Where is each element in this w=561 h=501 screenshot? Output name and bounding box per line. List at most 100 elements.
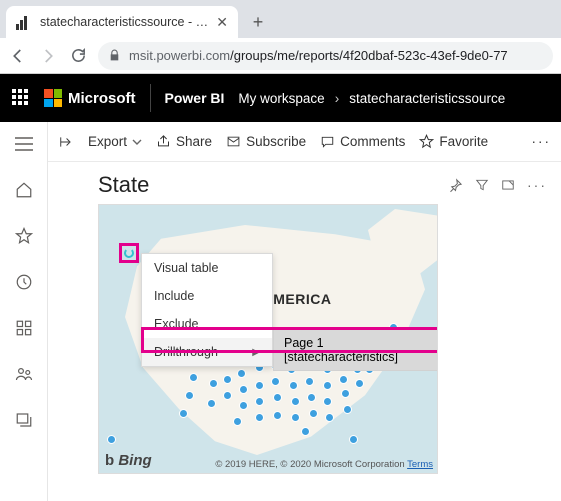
favorite-label: Favorite <box>439 134 488 149</box>
terms-link[interactable]: Terms <box>407 459 433 470</box>
comment-icon <box>320 135 335 149</box>
map-attribution: © 2019 HERE, © 2020 Microsoft Corporatio… <box>215 459 433 470</box>
comments-label: Comments <box>340 134 405 149</box>
map-data-point[interactable] <box>179 409 188 418</box>
forward-button[interactable] <box>38 46 58 66</box>
share-button[interactable]: Share <box>156 134 212 149</box>
map-data-point[interactable] <box>255 413 264 422</box>
subscribe-label: Subscribe <box>246 134 306 149</box>
nav-apps-button[interactable] <box>8 312 40 344</box>
map-data-point[interactable] <box>339 375 348 384</box>
star-icon <box>419 134 434 149</box>
map-data-point[interactable] <box>323 381 332 390</box>
app-launcher-icon[interactable] <box>12 89 30 107</box>
context-menu-item-include[interactable]: Include <box>142 282 272 310</box>
map-data-point[interactable] <box>273 393 282 402</box>
map-data-point[interactable] <box>223 375 232 384</box>
map-data-point[interactable] <box>255 381 264 390</box>
report-toolbar: Export Share Subscribe Comments Favorite… <box>48 122 561 162</box>
map-data-point[interactable] <box>289 381 298 390</box>
map-data-point[interactable] <box>233 417 242 426</box>
context-menu-item-drillthrough[interactable]: Drillthrough ▶ <box>142 338 272 366</box>
map-data-point[interactable] <box>237 369 246 378</box>
map-data-point[interactable] <box>349 435 358 444</box>
visual-title: State <box>98 172 438 198</box>
back-button[interactable] <box>8 46 28 66</box>
nav-favorites-button[interactable] <box>8 220 40 252</box>
nav-shared-button[interactable] <box>8 358 40 390</box>
favorite-button[interactable]: Favorite <box>419 134 488 149</box>
microsoft-squares-icon <box>44 89 62 107</box>
visual-more-icon[interactable]: ··· <box>527 177 547 193</box>
nav-workspaces-button[interactable] <box>8 404 40 436</box>
lock-icon <box>108 49 121 62</box>
bing-logo: b Bing <box>105 452 152 469</box>
map-data-point[interactable] <box>271 377 280 386</box>
chevron-right-icon: › <box>335 91 340 106</box>
browser-tab-strip: statecharacteristicssource - Powe ✕ + <box>0 0 561 38</box>
breadcrumb-report[interactable]: statecharacteristicssource <box>349 91 505 106</box>
context-menu-item-exclude[interactable]: Exclude <box>142 310 272 338</box>
breadcrumb-workspace[interactable]: My workspace <box>238 91 324 106</box>
map-data-point[interactable] <box>185 391 194 400</box>
map-data-point[interactable] <box>355 379 364 388</box>
map-data-point[interactable] <box>207 399 216 408</box>
focus-mode-icon[interactable] <box>501 178 515 192</box>
share-label: Share <box>176 134 212 149</box>
product-name[interactable]: Power BI <box>165 90 225 106</box>
microsoft-text: Microsoft <box>68 90 136 107</box>
drillthrough-submenu: Page 1 [statecharacteristics] <box>273 329 438 371</box>
toolbar-more-button[interactable]: ··· <box>532 134 552 149</box>
nav-recent-button[interactable] <box>8 266 40 298</box>
app-header: Microsoft Power BI My workspace › statec… <box>0 74 561 122</box>
nav-menu-button[interactable] <box>8 128 40 160</box>
left-nav-rail <box>0 122 48 501</box>
map-data-point[interactable] <box>273 411 282 420</box>
microsoft-logo[interactable]: Microsoft <box>44 89 136 107</box>
map-data-point[interactable] <box>325 413 334 422</box>
report-canvas: State ··· NORTH AMERICA <box>48 162 561 501</box>
main-content: Export Share Subscribe Comments Favorite… <box>48 122 561 501</box>
url-text: msit.powerbi.com/groups/me/reports/4f20d… <box>129 48 508 63</box>
browser-tab[interactable]: statecharacteristicssource - Powe ✕ <box>6 6 238 38</box>
nav-home-button[interactable] <box>8 174 40 206</box>
map-data-point[interactable] <box>239 385 248 394</box>
map-data-point[interactable] <box>107 435 116 444</box>
filter-icon[interactable] <box>475 178 489 192</box>
map-data-point[interactable] <box>189 373 198 382</box>
pin-icon[interactable] <box>448 178 463 193</box>
chevron-right-icon: ▶ <box>252 347 260 358</box>
context-menu-item-visual-table[interactable]: Visual table <box>142 254 272 282</box>
map-data-point[interactable] <box>323 397 332 406</box>
mail-icon <box>226 135 241 148</box>
export-button[interactable]: Export <box>88 134 142 149</box>
new-tab-button[interactable]: + <box>244 8 272 36</box>
loading-spinner-icon <box>124 248 134 258</box>
map-data-point[interactable] <box>301 427 310 436</box>
tab-close-icon[interactable]: ✕ <box>216 14 228 31</box>
powerbi-favicon <box>16 14 32 30</box>
map-data-point[interactable] <box>209 379 218 388</box>
drillthrough-target-item[interactable]: Page 1 [statecharacteristics] <box>274 330 438 370</box>
map-data-point[interactable] <box>307 393 316 402</box>
chevron-down-icon <box>132 137 142 147</box>
map-data-point[interactable] <box>309 409 318 418</box>
export-label: Export <box>88 134 127 149</box>
map-data-point[interactable] <box>341 389 350 398</box>
map-data-point[interactable] <box>291 397 300 406</box>
address-bar[interactable]: msit.powerbi.com/groups/me/reports/4f20d… <box>98 42 553 70</box>
tab-title: statecharacteristicssource - Powe <box>40 15 208 29</box>
subscribe-button[interactable]: Subscribe <box>226 134 306 149</box>
header-divider <box>150 84 151 112</box>
reload-button[interactable] <box>68 46 88 66</box>
comments-button[interactable]: Comments <box>320 134 405 149</box>
map-data-point[interactable] <box>239 401 248 410</box>
share-icon <box>156 134 171 149</box>
file-menu[interactable] <box>58 135 74 149</box>
map-data-point[interactable] <box>291 413 300 422</box>
map-data-point[interactable] <box>343 405 352 414</box>
map-data-point[interactable] <box>223 391 232 400</box>
map-visual[interactable]: NORTH AMERICA <box>98 204 438 474</box>
map-data-point[interactable] <box>255 397 264 406</box>
map-data-point[interactable] <box>305 377 314 386</box>
